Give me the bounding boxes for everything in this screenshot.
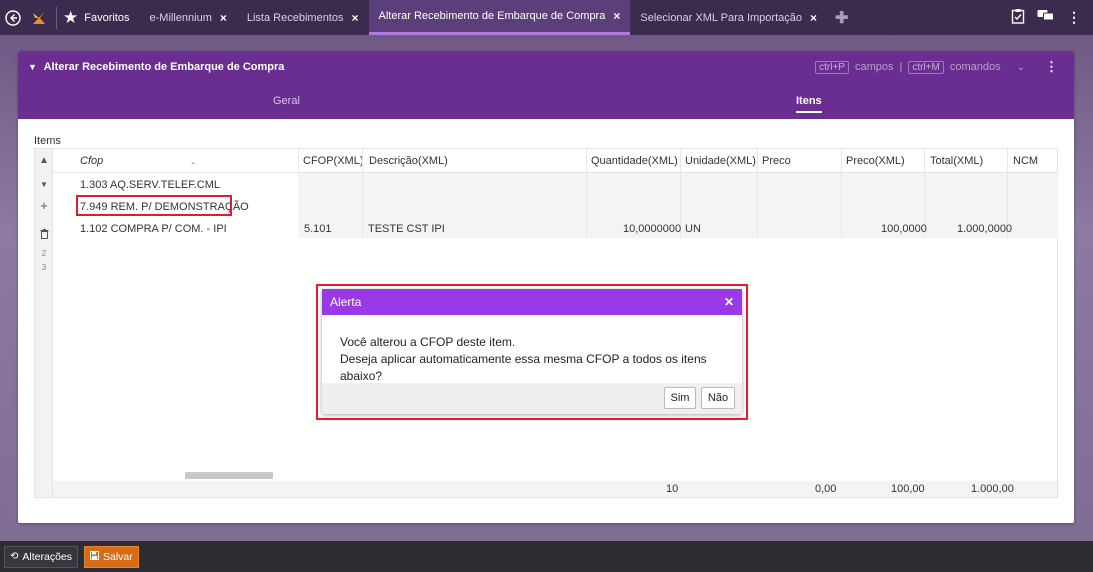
plus-icon[interactable]: ✚ [835, 8, 848, 28]
column-header-quantidade-xml[interactable]: Quantidade(XML) [591, 155, 678, 167]
total-quantidade: 10 [666, 483, 679, 495]
tab-label: Selecionar XML Para Importação [640, 11, 802, 24]
back-icon[interactable] [0, 0, 26, 35]
items-label: Items [34, 135, 61, 147]
horizontal-scrollbar[interactable] [185, 472, 273, 479]
row-number: 3 [41, 263, 47, 272]
close-icon[interactable]: × [613, 9, 620, 23]
cell-preco-xml[interactable]: 100,0000 [881, 223, 927, 235]
dialog-body: Você alterou a CFOP deste item. Deseja a… [322, 315, 742, 385]
shortcuts-bar: ctrl+P campos | ctrl+M comandos ⌄ ⋮ [815, 59, 1058, 75]
dialog-footer: Sim Não [322, 383, 742, 414]
tab-selecionar-xml[interactable]: Selecionar XML Para Importação × [630, 0, 827, 35]
column-divider [362, 149, 363, 238]
tab-e-millennium[interactable]: e-Millennium × [140, 0, 237, 35]
column-divider [298, 149, 299, 173]
close-icon[interactable]: × [351, 11, 358, 25]
sort-up-icon[interactable]: ▲ [35, 155, 53, 166]
column-header-preco-xml[interactable]: Preco(XML) [846, 155, 905, 167]
highlight-frame-cfop [76, 195, 232, 216]
total-preco: 0,00 [815, 483, 837, 495]
no-button[interactable]: Não [701, 387, 735, 409]
total-total-xml: 1.000,00 [971, 483, 1014, 495]
dialog-header: Alerta ✕ [322, 289, 742, 315]
cell-descricao-xml[interactable]: TESTE CST IPI [368, 223, 445, 235]
fields-shortcut-label[interactable]: campos [855, 61, 894, 73]
column-header-ncm[interactable]: NCM [1013, 155, 1038, 167]
total-preco-xml: 100,00 [891, 483, 925, 495]
column-header-preco[interactable]: Preco [762, 155, 791, 167]
column-header-cfop[interactable]: Cfop [80, 155, 103, 167]
dialog-message-line-1: Você alterou a CFOP deste item. [340, 335, 516, 349]
yes-button[interactable]: Sim [664, 387, 696, 409]
row-number: 2 [41, 249, 47, 258]
clipboard-icon[interactable] [1011, 8, 1025, 27]
tab-label: e-Millennium [149, 11, 212, 24]
column-divider [841, 149, 842, 238]
cell-cfop[interactable]: 1.303 AQ.SERV.TELEF.CML [80, 179, 220, 191]
subtabs: Geral Itens [18, 93, 1074, 119]
column-header-unidade-xml[interactable]: Unidade(XML) [685, 155, 756, 167]
column-divider [586, 149, 587, 238]
column-divider [757, 149, 758, 238]
star-icon: ★ [63, 7, 79, 27]
topbar-actions: ⋮ [1011, 8, 1093, 27]
save-button[interactable]: Salvar [84, 545, 139, 568]
save-icon [90, 550, 99, 563]
collapse-caret-icon[interactable]: ▼ [28, 62, 37, 72]
tab-favoritos[interactable]: ★ Favoritos [61, 0, 140, 35]
grid-side-toolbar: ▲ ▼ + 2 3 [35, 149, 53, 497]
column-header-descricao-xml[interactable]: Descrição(XML) [369, 155, 448, 167]
commands-shortcut-label[interactable]: comandos [950, 61, 1001, 73]
tab-itens[interactable]: Itens [796, 95, 822, 113]
tab-alterar-recebimento[interactable]: Alterar Recebimento de Embarque de Compr… [368, 0, 631, 35]
more-vert-icon[interactable]: ⋮ [1045, 59, 1058, 75]
cell-total-xml[interactable]: 1.000,0000 [957, 223, 1012, 235]
cell-cfop[interactable]: 1.102 COMPRA P/ COM. - IPI [80, 223, 227, 235]
bottom-bar: ⟲ Alterações Salvar [0, 541, 1093, 572]
tab-lista-recebimentos[interactable]: Lista Recebimentos × [237, 0, 369, 35]
commands-shortcut-key: ctrl+M [908, 60, 944, 74]
cell-quantidade-xml[interactable]: 10,0000000 [623, 223, 681, 235]
add-row-icon[interactable]: + [35, 198, 53, 213]
grid-totals-row: 10 0,00 100,00 1.000,00 [53, 481, 1057, 497]
move-down-icon[interactable]: ▼ [35, 180, 53, 189]
alert-dialog: Alerta ✕ Você alterou a CFOP deste item.… [322, 289, 742, 414]
changes-button[interactable]: ⟲ Alterações [4, 545, 78, 568]
close-icon[interactable]: × [220, 11, 227, 25]
chevron-down-icon[interactable]: ⌄ [1017, 62, 1025, 73]
tab-label: Favoritos [84, 11, 130, 24]
fields-shortcut-key: ctrl+P [815, 60, 849, 74]
cell-unidade-xml[interactable]: UN [685, 223, 701, 235]
top-tab-bar: ★ Favoritos e-Millennium × Lista Recebim… [0, 0, 1093, 35]
panel-header: ▼ Alterar Recebimento de Embarque de Com… [18, 51, 1074, 119]
page-title-text: Alterar Recebimento de Embarque de Compr… [43, 61, 285, 73]
logo-icon[interactable] [26, 0, 52, 35]
history-icon: ⟲ [10, 551, 19, 562]
dialog-title: Alerta [330, 295, 362, 309]
more-vert-icon[interactable]: ⋮ [1067, 9, 1081, 26]
page-title[interactable]: ▼ Alterar Recebimento de Embarque de Com… [28, 61, 284, 73]
column-header-total-xml[interactable]: Total(XML) [930, 155, 983, 167]
trash-icon[interactable] [35, 229, 53, 242]
sort-indicator-icon: ⌄ [190, 159, 196, 166]
grid-header: Cfop ⌄ CFOP(XML) Descrição(XML) Quantida… [53, 149, 1057, 173]
save-label: Salvar [103, 550, 133, 563]
divider [56, 6, 57, 29]
close-icon[interactable]: ✕ [724, 295, 734, 309]
shortcut-separator: | [899, 61, 903, 73]
tab-label: Alterar Recebimento de Embarque de Compr… [378, 10, 606, 22]
chat-icon[interactable] [1037, 9, 1055, 26]
changes-label: Alterações [22, 550, 72, 563]
tab-label: Lista Recebimentos [246, 11, 344, 24]
close-icon[interactable]: × [810, 11, 817, 25]
column-header-cfop-xml[interactable]: CFOP(XML) [303, 155, 364, 167]
cell-cfop-xml[interactable]: 5.101 [304, 223, 332, 235]
dialog-message-line-2: Deseja aplicar automaticamente essa mesm… [340, 352, 707, 383]
tab-geral[interactable]: Geral [273, 95, 300, 107]
